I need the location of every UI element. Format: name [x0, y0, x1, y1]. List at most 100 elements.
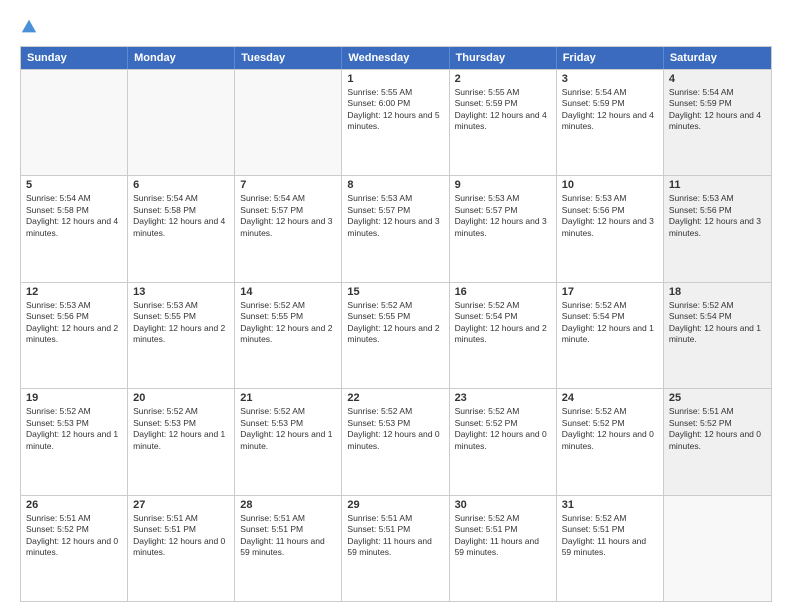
day-number: 30	[455, 499, 551, 511]
day-number: 15	[347, 286, 443, 298]
day-number: 1	[347, 73, 443, 85]
day-number: 8	[347, 179, 443, 191]
weekday-header: Sunday	[21, 47, 128, 69]
cell-info: Sunrise: 5:51 AMSunset: 5:51 PMDaylight:…	[347, 513, 443, 559]
calendar-cell: 27Sunrise: 5:51 AMSunset: 5:51 PMDayligh…	[128, 496, 235, 601]
cell-info: Sunrise: 5:55 AMSunset: 6:00 PMDaylight:…	[347, 87, 443, 133]
day-number: 26	[26, 499, 122, 511]
calendar-cell	[235, 70, 342, 175]
calendar-cell: 15 Sunrise: 5:52 AMSunset: 5:55 PMDayligh…	[342, 283, 449, 388]
calendar-body: 1 Sunrise: 5:55 AMSunset: 6:00 PMDaylight…	[21, 69, 771, 601]
weekday-header: Monday	[128, 47, 235, 69]
calendar-cell: 5 Sunrise: 5:54 AMSunset: 5:58 PMDaylight…	[21, 176, 128, 281]
calendar-cell: 12 Sunrise: 5:53 AMSunset: 5:56 PMDayligh…	[21, 283, 128, 388]
day-number: 24	[562, 392, 658, 404]
day-number: 31	[562, 499, 658, 511]
calendar-row: 1 Sunrise: 5:55 AMSunset: 6:00 PMDaylight…	[21, 69, 771, 175]
cell-info: Sunrise: 5:52 AMSunset: 5:51 PMDaylight:…	[562, 513, 658, 559]
calendar-row: 26Sunrise: 5:51 AMSunset: 5:52 PMDayligh…	[21, 495, 771, 601]
calendar-row: 12 Sunrise: 5:53 AMSunset: 5:56 PMDayligh…	[21, 282, 771, 388]
calendar-cell: 8 Sunrise: 5:53 AMSunset: 5:57 PMDaylight…	[342, 176, 449, 281]
calendar-cell: 14Sunrise: 5:52 AMSunset: 5:55 PMDayligh…	[235, 283, 342, 388]
cell-info: Sunrise: 5:51 AMSunset: 5:51 PMDaylight:…	[133, 513, 229, 559]
cell-info: Sunrise: 5:53 AMSunset: 5:56 PMDaylight:…	[562, 193, 658, 239]
calendar-row: 5 Sunrise: 5:54 AMSunset: 5:58 PMDaylight…	[21, 175, 771, 281]
cell-info: Sunrise: 5:54 AMSunset: 5:57 PMDaylight:…	[240, 193, 336, 239]
calendar-cell: 7 Sunrise: 5:54 AMSunset: 5:57 PMDaylight…	[235, 176, 342, 281]
calendar-cell: 6 Sunrise: 5:54 AMSunset: 5:58 PMDaylight…	[128, 176, 235, 281]
cell-info: Sunrise: 5:52 AMSunset: 5:53 PMDaylight:…	[347, 406, 443, 452]
calendar-cell: 20 Sunrise: 5:52 AMSunset: 5:53 PMDayligh…	[128, 389, 235, 494]
cell-info: Sunrise: 5:52 AMSunset: 5:54 PMDaylight:…	[455, 300, 551, 346]
calendar-cell: 3 Sunrise: 5:54 AMSunset: 5:59 PMDaylight…	[557, 70, 664, 175]
weekday-header: Saturday	[664, 47, 771, 69]
day-number: 21	[240, 392, 336, 404]
cell-info: Sunrise: 5:52 AMSunset: 5:52 PMDaylight:…	[455, 406, 551, 452]
calendar-cell: 19 Sunrise: 5:52 AMSunset: 5:53 PMDayligh…	[21, 389, 128, 494]
calendar-cell: 26Sunrise: 5:51 AMSunset: 5:52 PMDayligh…	[21, 496, 128, 601]
cell-info: Sunrise: 5:53 AMSunset: 5:55 PMDaylight:…	[133, 300, 229, 346]
weekday-header: Friday	[557, 47, 664, 69]
day-number: 2	[455, 73, 551, 85]
calendar-row: 19 Sunrise: 5:52 AMSunset: 5:53 PMDayligh…	[21, 388, 771, 494]
cell-info: Sunrise: 5:54 AMSunset: 5:59 PMDaylight:…	[669, 87, 766, 133]
calendar-cell: 17 Sunrise: 5:52 AMSunset: 5:54 PMDayligh…	[557, 283, 664, 388]
calendar-cell: 28 Sunrise: 5:51 AMSunset: 5:51 PMDayligh…	[235, 496, 342, 601]
cell-info: Sunrise: 5:54 AMSunset: 5:59 PMDaylight:…	[562, 87, 658, 133]
cell-info: Sunrise: 5:52 AMSunset: 5:53 PMDaylight:…	[26, 406, 122, 452]
calendar-cell: 30 Sunrise: 5:52 AMSunset: 5:51 PMDayligh…	[450, 496, 557, 601]
day-number: 10	[562, 179, 658, 191]
day-number: 28	[240, 499, 336, 511]
day-number: 29	[347, 499, 443, 511]
day-number: 19	[26, 392, 122, 404]
cell-info: Sunrise: 5:53 AMSunset: 5:57 PMDaylight:…	[347, 193, 443, 239]
cell-info: Sunrise: 5:52 AMSunset: 5:53 PMDaylight:…	[133, 406, 229, 452]
calendar-cell: 18 Sunrise: 5:52 AMSunset: 5:54 PMDayligh…	[664, 283, 771, 388]
cell-info: Sunrise: 5:51 AMSunset: 5:52 PMDaylight:…	[669, 406, 766, 452]
logo	[20, 16, 42, 36]
weekday-header: Thursday	[450, 47, 557, 69]
calendar-cell: 31 Sunrise: 5:52 AMSunset: 5:51 PMDayligh…	[557, 496, 664, 601]
day-number: 5	[26, 179, 122, 191]
cell-info: Sunrise: 5:54 AMSunset: 5:58 PMDaylight:…	[133, 193, 229, 239]
cell-info: Sunrise: 5:52 AMSunset: 5:54 PMDaylight:…	[562, 300, 658, 346]
calendar-cell: 16Sunrise: 5:52 AMSunset: 5:54 PMDayligh…	[450, 283, 557, 388]
day-number: 11	[669, 179, 766, 191]
day-number: 3	[562, 73, 658, 85]
weekday-header: Wednesday	[342, 47, 449, 69]
calendar-cell: 1 Sunrise: 5:55 AMSunset: 6:00 PMDaylight…	[342, 70, 449, 175]
day-number: 12	[26, 286, 122, 298]
day-number: 6	[133, 179, 229, 191]
page-header	[20, 16, 772, 36]
day-number: 17	[562, 286, 658, 298]
calendar-cell: 22 Sunrise: 5:52 AMSunset: 5:53 PMDayligh…	[342, 389, 449, 494]
calendar-cell: 25 Sunrise: 5:51 AMSunset: 5:52 PMDayligh…	[664, 389, 771, 494]
cell-info: Sunrise: 5:51 AMSunset: 5:51 PMDaylight:…	[240, 513, 336, 559]
calendar-header: SundayMondayTuesdayWednesdayThursdayFrid…	[21, 47, 771, 69]
calendar-cell	[128, 70, 235, 175]
cell-info: Sunrise: 5:52 AMSunset: 5:51 PMDaylight:…	[455, 513, 551, 559]
calendar-cell: 21 Sunrise: 5:52 AMSunset: 5:53 PMDayligh…	[235, 389, 342, 494]
calendar-cell: 9Sunrise: 5:53 AMSunset: 5:57 PMDaylight…	[450, 176, 557, 281]
calendar-cell: 10 Sunrise: 5:53 AMSunset: 5:56 PMDayligh…	[557, 176, 664, 281]
calendar-cell: 13Sunrise: 5:53 AMSunset: 5:55 PMDayligh…	[128, 283, 235, 388]
cell-info: Sunrise: 5:52 AMSunset: 5:55 PMDaylight:…	[347, 300, 443, 346]
day-number: 4	[669, 73, 766, 85]
day-number: 9	[455, 179, 551, 191]
cell-info: Sunrise: 5:53 AMSunset: 5:56 PMDaylight:…	[26, 300, 122, 346]
cell-info: Sunrise: 5:52 AMSunset: 5:54 PMDaylight:…	[669, 300, 766, 346]
calendar-cell: 24 Sunrise: 5:52 AMSunset: 5:52 PMDayligh…	[557, 389, 664, 494]
logo-icon	[20, 18, 38, 36]
cell-info: Sunrise: 5:52 AMSunset: 5:52 PMDaylight:…	[562, 406, 658, 452]
cell-info: Sunrise: 5:54 AMSunset: 5:58 PMDaylight:…	[26, 193, 122, 239]
day-number: 18	[669, 286, 766, 298]
cell-info: Sunrise: 5:52 AMSunset: 5:53 PMDaylight:…	[240, 406, 336, 452]
day-number: 25	[669, 392, 766, 404]
calendar-cell	[664, 496, 771, 601]
day-number: 20	[133, 392, 229, 404]
day-number: 7	[240, 179, 336, 191]
cell-info: Sunrise: 5:52 AMSunset: 5:55 PMDaylight:…	[240, 300, 336, 346]
day-number: 23	[455, 392, 551, 404]
day-number: 22	[347, 392, 443, 404]
weekday-header: Tuesday	[235, 47, 342, 69]
